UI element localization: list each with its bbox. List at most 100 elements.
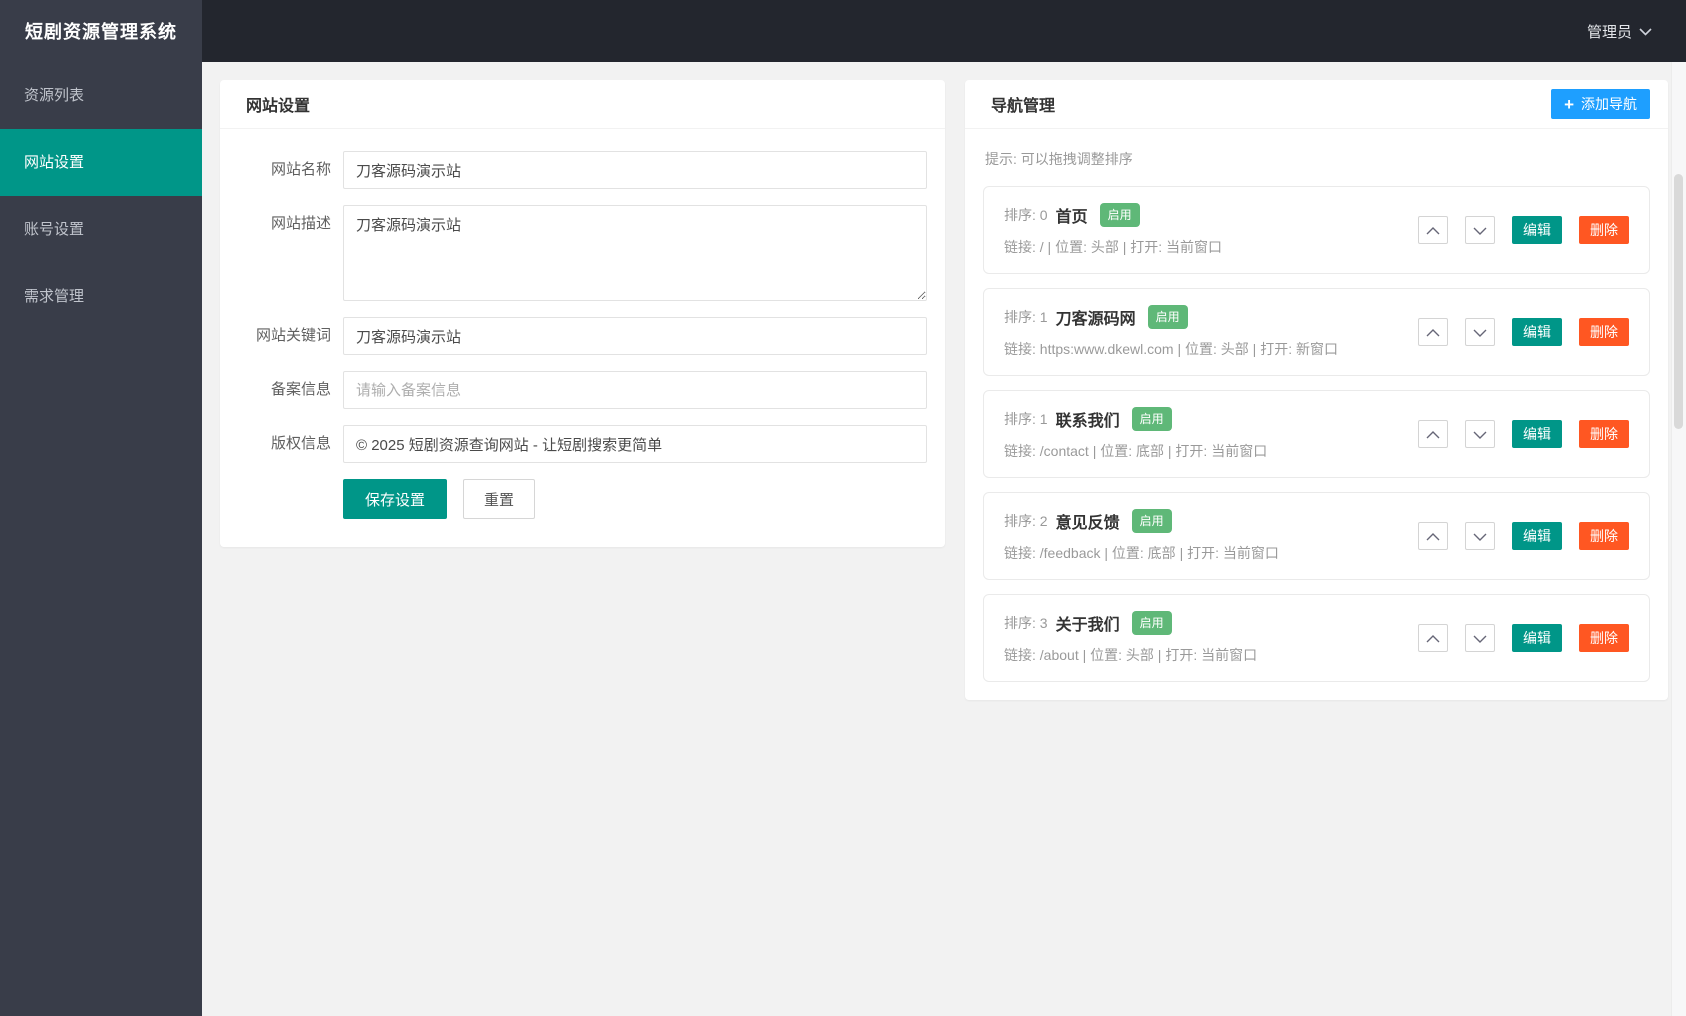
chevron-down-icon	[1473, 427, 1487, 442]
form-row-site-description: 网站描述 刀客源码演示站	[238, 205, 927, 301]
chevron-up-icon	[1426, 325, 1440, 340]
copyright-input[interactable]	[343, 425, 927, 463]
chevron-down-icon	[1473, 529, 1487, 544]
drag-hint-text: 提示: 可以拖拽调整排序	[985, 151, 1133, 167]
delete-button[interactable]: 删除	[1579, 522, 1629, 550]
delete-button[interactable]: 删除	[1579, 624, 1629, 652]
nav-item-sort: 排序: 1	[1004, 309, 1048, 325]
site-settings-panel: 网站设置 网站名称 网站描述 刀客源码演示站 网站关键词 备案信息 版权信息	[220, 80, 945, 547]
edit-button[interactable]: 编辑	[1512, 624, 1562, 652]
app-title: 短剧资源管理系统	[0, 0, 202, 62]
form-row-icp: 备案信息	[238, 371, 927, 409]
form-row-site-name: 网站名称	[238, 151, 927, 189]
nav-list: 提示: 可以拖拽调整排序 排序: 0 首页 启用 链接: / | 位置: 头部 …	[965, 129, 1668, 700]
sidebar-item-demand-manage[interactable]: 需求管理	[0, 263, 202, 330]
user-menu[interactable]: 管理员	[1587, 0, 1686, 62]
status-badge: 启用	[1099, 203, 1140, 227]
edit-button[interactable]: 编辑	[1512, 522, 1562, 550]
sidebar: 资源列表 网站设置 账号设置 需求管理	[0, 62, 202, 1016]
save-settings-button[interactable]: 保存设置	[343, 479, 448, 519]
nav-item-card[interactable]: 排序: 1 刀客源码网 启用 链接: https:www.dkewl.com |…	[983, 288, 1650, 376]
plus-icon: +	[1564, 94, 1574, 114]
move-up-button[interactable]	[1418, 318, 1448, 346]
move-up-button[interactable]	[1418, 522, 1448, 550]
nav-item-name: 刀客源码网	[1055, 311, 1136, 328]
nav-item-meta: 链接: /feedback | 位置: 底部 | 打开: 当前窗口	[1004, 545, 1279, 561]
delete-button[interactable]: 删除	[1579, 216, 1629, 244]
site-keywords-label: 网站关键词	[255, 327, 331, 344]
icp-label: 备案信息	[270, 381, 331, 398]
nav-item-card[interactable]: 排序: 3 关于我们 启用 链接: /about | 位置: 头部 | 打开: …	[983, 594, 1650, 682]
edit-button[interactable]: 编辑	[1512, 216, 1562, 244]
nav-item-sort: 排序: 0	[1004, 207, 1048, 223]
nav-item-info: 排序: 2 意见反馈 启用 链接: /feedback | 位置: 底部 | 打…	[1004, 509, 1279, 563]
site-settings-header: 网站设置	[220, 80, 945, 129]
move-down-button[interactable]	[1465, 318, 1495, 346]
move-up-button[interactable]	[1418, 420, 1448, 448]
form-row-copyright: 版权信息	[238, 425, 927, 463]
nav-item-info: 排序: 1 刀客源码网 启用 链接: https:www.dkewl.com |…	[1004, 305, 1338, 359]
chevron-up-icon	[1426, 529, 1440, 544]
chevron-down-icon	[1473, 631, 1487, 646]
nav-item-actions: 编辑 删除	[1418, 216, 1629, 244]
site-keywords-input[interactable]	[343, 317, 927, 355]
nav-item-name: 联系我们	[1055, 413, 1120, 430]
icp-input[interactable]	[343, 371, 927, 409]
nav-item-info: 排序: 3 关于我们 启用 链接: /about | 位置: 头部 | 打开: …	[1004, 611, 1257, 665]
site-name-input[interactable]	[343, 151, 927, 189]
chevron-down-icon	[1639, 23, 1652, 40]
edit-button[interactable]: 编辑	[1512, 420, 1562, 448]
status-badge: 启用	[1131, 611, 1172, 635]
nav-item-card[interactable]: 排序: 0 首页 启用 链接: / | 位置: 头部 | 打开: 当前窗口 编辑…	[983, 186, 1650, 274]
delete-button[interactable]: 删除	[1579, 318, 1629, 346]
nav-item-name: 关于我们	[1055, 617, 1120, 634]
sidebar-item-account-settings[interactable]: 账号设置	[0, 196, 202, 263]
chevron-up-icon	[1426, 631, 1440, 646]
scrollbar-track[interactable]	[1671, 62, 1686, 1016]
chevron-up-icon	[1426, 223, 1440, 238]
add-nav-button[interactable]: + 添加导航	[1551, 89, 1650, 119]
sidebar-item-site-settings[interactable]: 网站设置	[0, 129, 202, 196]
move-up-button[interactable]	[1418, 216, 1448, 244]
delete-button[interactable]: 删除	[1579, 420, 1629, 448]
nav-manage-title: 导航管理	[991, 98, 1056, 115]
main-content: 网站设置 网站名称 网站描述 刀客源码演示站 网站关键词 备案信息 版权信息	[202, 62, 1686, 1016]
topbar: 短剧资源管理系统 管理员	[0, 0, 1686, 62]
form-row-site-keywords: 网站关键词	[238, 317, 927, 355]
nav-item-card[interactable]: 排序: 2 意见反馈 启用 链接: /feedback | 位置: 底部 | 打…	[983, 492, 1650, 580]
site-name-label: 网站名称	[270, 161, 331, 178]
nav-item-info: 排序: 0 首页 启用 链接: / | 位置: 头部 | 打开: 当前窗口	[1004, 203, 1222, 257]
nav-item-actions: 编辑 删除	[1418, 624, 1629, 652]
nav-item-sort: 排序: 1	[1004, 411, 1048, 427]
nav-item-card[interactable]: 排序: 1 联系我们 启用 链接: /contact | 位置: 底部 | 打开…	[983, 390, 1650, 478]
nav-manage-header: 导航管理 + 添加导航	[965, 80, 1668, 129]
reset-button[interactable]: 重置	[463, 479, 536, 519]
nav-item-meta: 链接: /contact | 位置: 底部 | 打开: 当前窗口	[1004, 443, 1268, 459]
sidebar-item-resource-list[interactable]: 资源列表	[0, 62, 202, 129]
move-down-button[interactable]	[1465, 624, 1495, 652]
nav-manage-panel: 导航管理 + 添加导航 提示: 可以拖拽调整排序 排序: 0 首页 启用 链接:…	[965, 80, 1668, 700]
nav-item-meta: 链接: /about | 位置: 头部 | 打开: 当前窗口	[1004, 647, 1258, 663]
edit-button[interactable]: 编辑	[1512, 318, 1562, 346]
form-buttons: 保存设置 重置	[343, 479, 927, 519]
add-nav-label: 添加导航	[1581, 96, 1637, 112]
nav-item-name: 意见反馈	[1055, 515, 1120, 532]
nav-item-sort: 排序: 3	[1004, 615, 1048, 631]
nav-item-actions: 编辑 删除	[1418, 318, 1629, 346]
site-settings-title: 网站设置	[246, 98, 311, 115]
site-description-label: 网站描述	[270, 215, 331, 232]
nav-item-info: 排序: 1 联系我们 启用 链接: /contact | 位置: 底部 | 打开…	[1004, 407, 1267, 461]
scrollbar-thumb[interactable]	[1674, 174, 1683, 429]
nav-item-meta: 链接: / | 位置: 头部 | 打开: 当前窗口	[1004, 239, 1223, 255]
move-down-button[interactable]	[1465, 420, 1495, 448]
nav-item-name: 首页	[1055, 209, 1088, 226]
chevron-down-icon	[1473, 223, 1487, 238]
move-down-button[interactable]	[1465, 216, 1495, 244]
user-name: 管理员	[1586, 23, 1632, 41]
nav-item-actions: 编辑 删除	[1418, 522, 1629, 550]
status-badge: 启用	[1131, 509, 1172, 533]
site-description-textarea[interactable]: 刀客源码演示站	[343, 205, 927, 301]
move-up-button[interactable]	[1418, 624, 1448, 652]
move-down-button[interactable]	[1465, 522, 1495, 550]
status-badge: 启用	[1131, 407, 1172, 431]
